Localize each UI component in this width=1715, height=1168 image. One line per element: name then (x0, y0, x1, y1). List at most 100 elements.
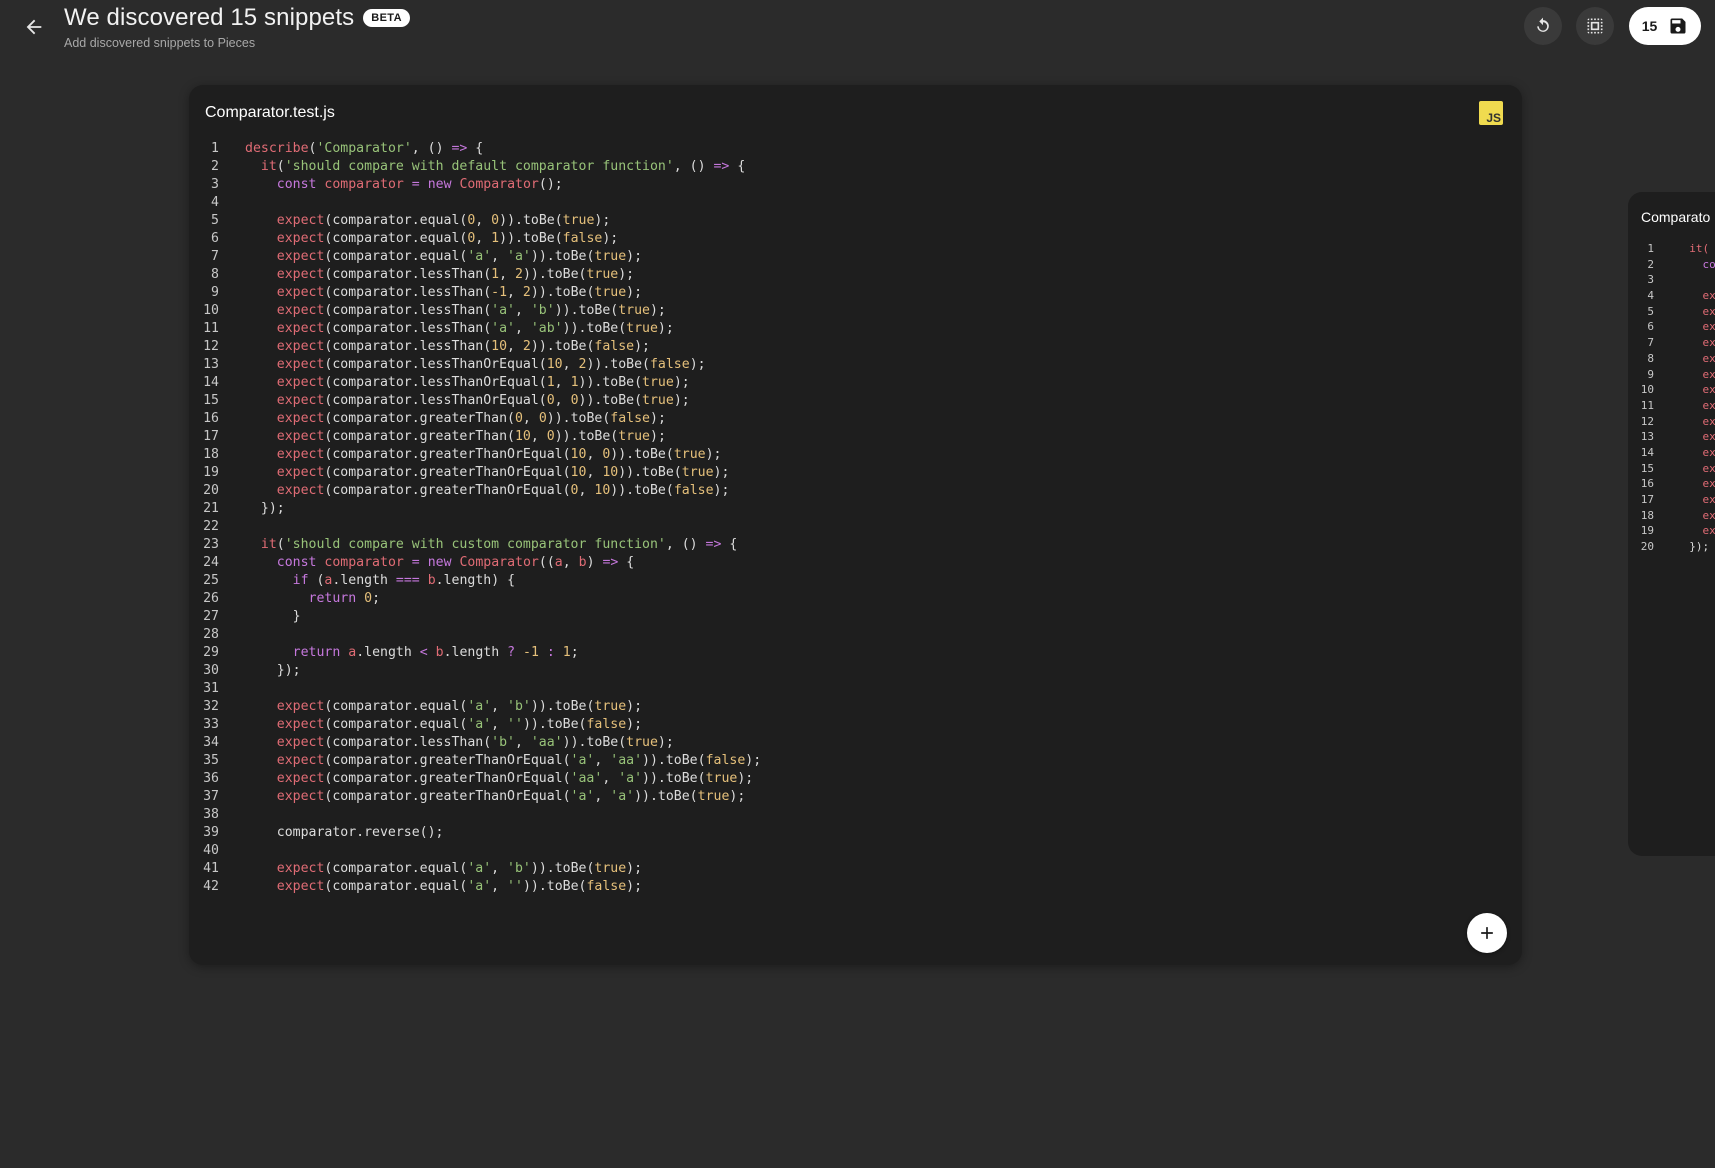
code-line: 8 expect(comparator.lessThan(1, 2)).toBe… (189, 266, 761, 284)
code-line: 3 const comparator = new Comparator(); (189, 176, 761, 194)
code-token: 'b' (507, 699, 531, 714)
code-line: 15 expect(comparator.lessThanOrEqual(0, … (189, 392, 761, 410)
code-line: 16 expect(comparator.greaterThan(0, 0)).… (189, 410, 761, 428)
code-token: 2 (522, 339, 531, 354)
code-token: ); (626, 879, 643, 894)
code-token: expect (276, 465, 325, 480)
code-text: expect(comparator.lessThan('a', 'b')).to… (219, 302, 666, 320)
code-token: , (554, 375, 571, 390)
code-text: ex (1654, 414, 1715, 430)
code-line: 33 expect(comparator.equal('a', '')).toB… (189, 716, 761, 734)
code-token: 1 (570, 375, 579, 390)
line-number: 11 (203, 321, 219, 336)
line-number: 11 (1640, 398, 1654, 412)
code-token: )).toBe( (562, 321, 627, 336)
code-token: true (586, 267, 619, 282)
code-token: (comparator.greaterThanOrEqual( (324, 447, 571, 462)
code-token: => (705, 537, 722, 552)
code-token: , (602, 771, 619, 786)
javascript-icon: JS (1479, 101, 1503, 125)
code-token: { (467, 141, 484, 156)
code-token: , () (665, 537, 706, 552)
code-token: 'should compare with custom comparator f… (284, 537, 666, 552)
code-token: 1 (491, 267, 500, 282)
code-line: 19 expect(comparator.greaterThanOrEqual(… (189, 464, 761, 482)
code-token: 1 (546, 375, 555, 390)
save-icon (1670, 18, 1686, 34)
code-token: )).toBe( (522, 267, 587, 282)
code-token: ); (618, 267, 635, 282)
code-text: ex (1654, 304, 1715, 320)
code-next-line: 13 ex (1628, 429, 1715, 445)
code-token: , (514, 735, 531, 750)
snippet-filename-next: Comparato (1641, 209, 1711, 225)
code-token: .length (356, 645, 420, 660)
code-token: expect (276, 699, 325, 714)
line-number: 15 (203, 393, 219, 408)
code-text: co (1654, 257, 1715, 273)
code-token: ); (657, 321, 674, 336)
code-token: (( (538, 555, 555, 570)
snippet-card-next[interactable]: Comparato 1 it(2 co 3 4 ex 5 ex 6 ex 7 ex 8 ex… (1628, 192, 1715, 856)
code-text: ex (1654, 476, 1715, 492)
back-button[interactable] (16, 12, 52, 42)
line-number: 5 (211, 213, 219, 228)
code-token: )).toBe( (522, 879, 587, 894)
code-block-next[interactable]: 1 it(2 co 3 4 ex 5 ex 6 ex 7 ex 8 ex 9 ex 10 ex 1… (1628, 241, 1715, 555)
code-block[interactable]: 1 describe('Comparator', () => {2 it('sho… (189, 140, 761, 896)
code-token: -1 (491, 285, 508, 300)
code-token: (comparator.lessThan( (324, 267, 492, 282)
line-number: 18 (203, 447, 219, 462)
code-token: )).toBe( (642, 753, 706, 768)
code-next-line: 4 ex (1628, 288, 1715, 304)
code-token: -1 (523, 645, 539, 660)
code-token: true (594, 861, 627, 876)
language-badge-label: JS (1486, 111, 1501, 125)
code-token: { (618, 555, 635, 570)
code-token: 10 (594, 483, 611, 498)
line-number: 3 (211, 177, 219, 192)
snippet-card[interactable]: Comparator.test.js JS 1 describe('Compara… (189, 85, 1522, 965)
code-token: 0 (546, 393, 555, 408)
code-token: 'a' (507, 249, 531, 264)
code-token: )).toBe( (546, 411, 611, 426)
line-number: 6 (211, 231, 219, 246)
code-next-line: 12 ex (1628, 414, 1715, 430)
code-token: }); (245, 663, 301, 678)
code-token: new (427, 555, 452, 570)
code-next-line: 6 ex (1628, 319, 1715, 335)
code-token: = (411, 177, 420, 192)
code-next-line: 15 ex (1628, 461, 1715, 477)
code-text: ex (1654, 382, 1715, 398)
code-token: )).toBe( (530, 861, 595, 876)
code-token: ); (745, 753, 762, 768)
code-token: (comparator.equal( (324, 699, 468, 714)
code-token: .length (332, 573, 396, 588)
save-snippets-button[interactable]: 15 (1629, 7, 1701, 45)
select-all-button[interactable] (1576, 7, 1614, 45)
code-token: )).toBe( (578, 375, 643, 390)
code-token: ex (1702, 383, 1715, 397)
code-text: it('should compare with default comparat… (219, 158, 745, 176)
code-token: ex (1702, 445, 1715, 459)
code-token: , (562, 357, 579, 372)
refresh-button[interactable] (1524, 7, 1562, 45)
add-snippet-button[interactable] (1467, 913, 1507, 953)
code-token: (comparator.equal( (324, 231, 468, 246)
line-number: 2 (1647, 257, 1654, 271)
line-number: 17 (1640, 493, 1654, 506)
code-text: ex (1654, 492, 1715, 508)
line-number: 2 (211, 159, 219, 174)
